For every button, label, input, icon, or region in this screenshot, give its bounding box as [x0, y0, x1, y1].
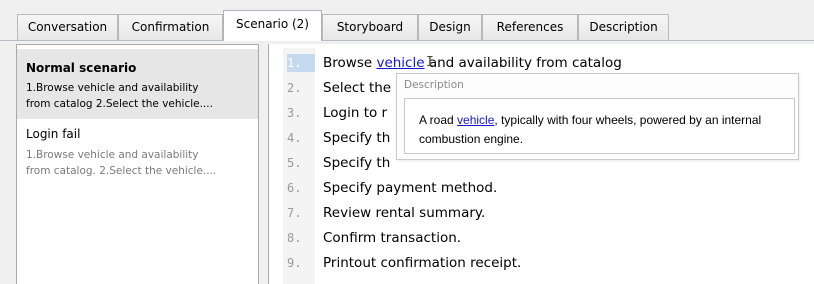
scenario-summary: 1.Browse vehicle and availability from c… [26, 147, 256, 179]
step-text[interactable]: Specify payment method. [323, 178, 497, 198]
tab-conversation[interactable]: Conversation [17, 14, 118, 40]
step-text[interactable]: Login to r [323, 103, 387, 123]
tooltip-text: A road vehicle, typically with four whee… [419, 111, 793, 149]
step-text[interactable]: Select the [323, 78, 391, 98]
step-number: 5. [287, 156, 302, 170]
scenario-item-login-fail[interactable]: Login fail 1.Browse vehicle and availabi… [17, 125, 258, 177]
tooltip-caption: Description [404, 79, 464, 91]
tab-design[interactable]: Design [418, 14, 482, 40]
step-text[interactable]: Specify th [323, 128, 390, 148]
scenario-title: Normal scenario [26, 61, 137, 75]
step-text-part: Browse [323, 55, 377, 71]
scenario-title: Login fail [26, 127, 81, 141]
step-text[interactable]: Specify th [323, 153, 390, 173]
step-number: 7. [287, 206, 302, 220]
step-text-part: and availability from catalog [424, 55, 622, 71]
scenario-summary-line: 1.Browse vehicle and availability [26, 82, 199, 94]
scenario-summary-line: from catalog. 2.Select the vehicle.... [26, 165, 217, 177]
tab-references[interactable]: References [482, 14, 578, 40]
tab-storyboard[interactable]: Storyboard [322, 14, 418, 40]
scenario-summary-line: 1.Browse vehicle and availability [26, 149, 199, 161]
step-number: 4. [287, 131, 302, 145]
scenario-summary: 1.Browse vehicle and availability from c… [26, 80, 256, 112]
tooltip-link[interactable]: vehicle [457, 113, 494, 127]
panel-splitter[interactable] [259, 44, 268, 284]
tab-description[interactable]: Description [578, 14, 669, 40]
step-number: 6. [287, 181, 302, 195]
text-cursor-icon: I [426, 55, 434, 70]
tab-baseline [0, 40, 814, 41]
step-number: 1. [287, 54, 315, 72]
tooltip-body: A road vehicle, typically with four whee… [404, 98, 795, 154]
tab-confirmation[interactable]: Confirmation [118, 14, 223, 40]
step-text[interactable]: Confirm transaction. [323, 228, 461, 248]
step-number: 8. [287, 231, 302, 245]
scenario-summary-line: from catalog 2.Select the vehicle.... [26, 98, 213, 110]
step-number: 3. [287, 106, 302, 120]
tooltip-text-part: A road [419, 113, 458, 127]
tab-scenario[interactable]: Scenario (2) [223, 10, 322, 41]
description-tooltip: Description A road vehicle, typically wi… [396, 73, 799, 160]
step-number: 2. [287, 81, 302, 95]
step-text[interactable]: Browse vehicle and availability from cat… [323, 53, 622, 73]
glossary-link[interactable]: vehicle [376, 55, 424, 71]
step-text[interactable]: Printout confirmation receipt. [323, 253, 521, 273]
scenario-item-normal[interactable]: Normal scenario 1.Browse vehicle and ava… [17, 49, 258, 119]
step-text[interactable]: Review rental summary. [323, 203, 485, 223]
step-number: 9. [287, 256, 302, 270]
tab-bar: Conversation Confirmation Scenario (2) S… [0, 0, 814, 42]
scenario-list: Normal scenario 1.Browse vehicle and ava… [16, 44, 259, 284]
